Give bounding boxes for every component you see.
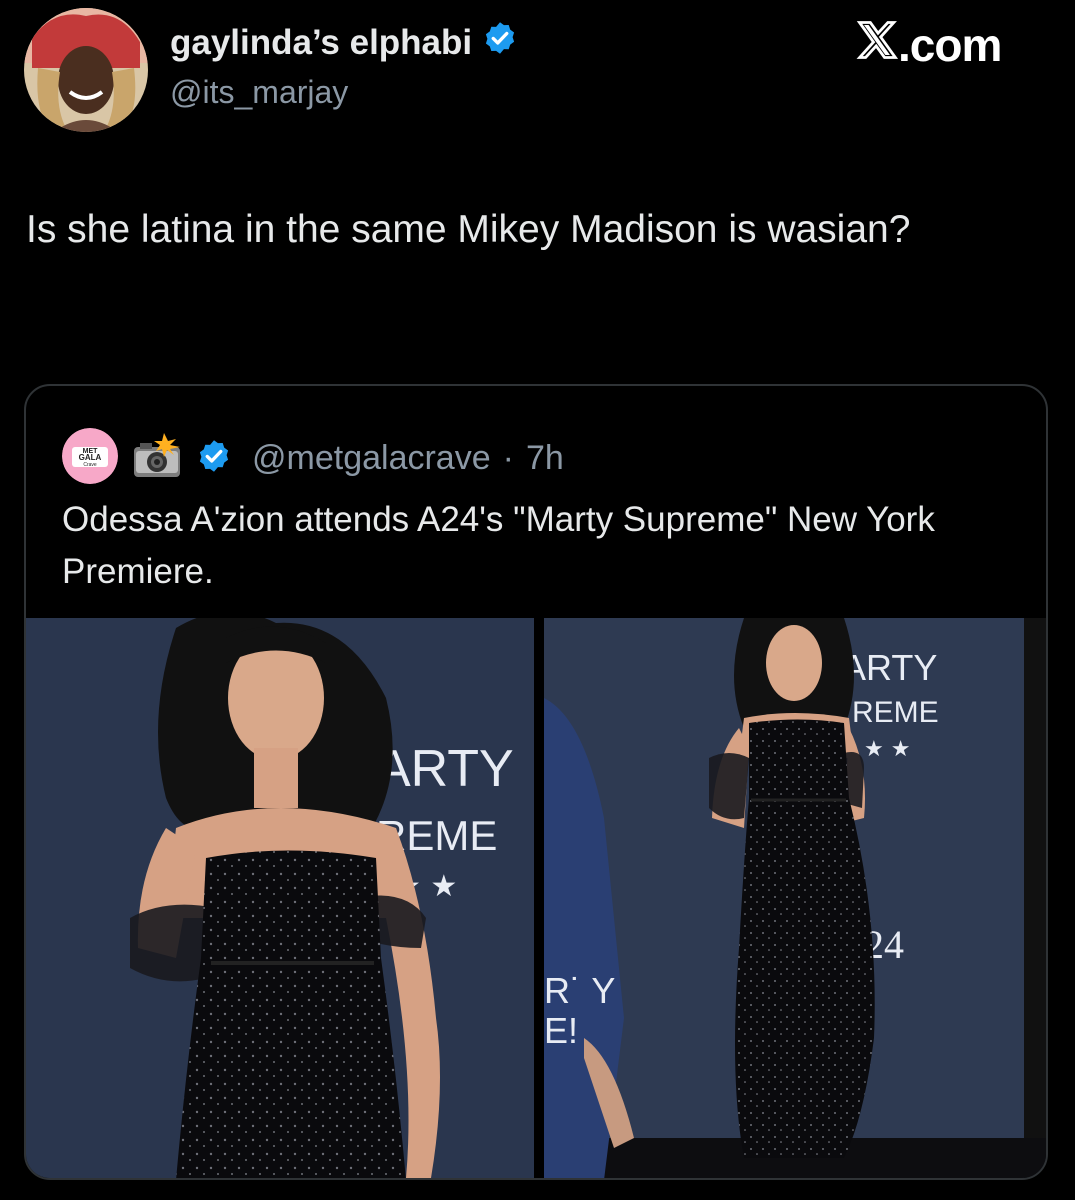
quote-handle[interactable]: @metgalacrave	[252, 439, 491, 478]
backdrop-text-e: E!	[544, 1010, 578, 1051]
quote-verified-badge-icon	[196, 438, 232, 479]
backdrop-text-arty-2: ARTY	[842, 647, 937, 688]
quote-header: MET GALA Crave @metgalacrave · 7h	[62, 428, 564, 489]
author-handle[interactable]: @its_marjay	[170, 74, 348, 111]
author-avatar[interactable]	[24, 8, 148, 132]
camera-flash-icon	[130, 433, 184, 484]
brand-label: .com	[898, 19, 1002, 71]
author-display-name: gaylinda’s elphabi	[170, 22, 473, 62]
quote-photo-2[interactable]: R˙ Y E! ARTY REME ★ ★ 24	[544, 618, 1046, 1178]
author-name[interactable]: gaylinda’s elphabi	[170, 20, 518, 65]
tweet-text: Is she latina in the same Mikey Madison …	[26, 208, 911, 251]
backdrop-text-stars-2: ★ ★	[864, 737, 910, 762]
avatar-text-gala: GALA	[79, 453, 102, 462]
backdrop-text-ry: R˙ Y	[544, 970, 615, 1011]
avatar-text-crave: Crave	[83, 462, 97, 468]
xcom-brand: .com	[856, 18, 1002, 72]
quote-avatar[interactable]: MET GALA Crave	[62, 428, 118, 489]
quote-separator: ·	[502, 439, 514, 477]
backdrop-text-arty: ARTY	[376, 740, 514, 798]
x-logo-icon	[856, 18, 899, 72]
quote-timestamp[interactable]: 7h	[526, 439, 564, 478]
verified-badge-icon	[482, 20, 518, 65]
quote-text: Odessa A'zion attends A24's "Marty Supre…	[62, 500, 935, 591]
quoted-tweet-card[interactable]: MET GALA Crave @metgalacrave · 7h Odessa…	[24, 384, 1048, 1180]
backdrop-text-reme-2: REME	[852, 696, 939, 729]
quote-photo-1[interactable]: ARTY REME ★ ★	[26, 618, 534, 1178]
